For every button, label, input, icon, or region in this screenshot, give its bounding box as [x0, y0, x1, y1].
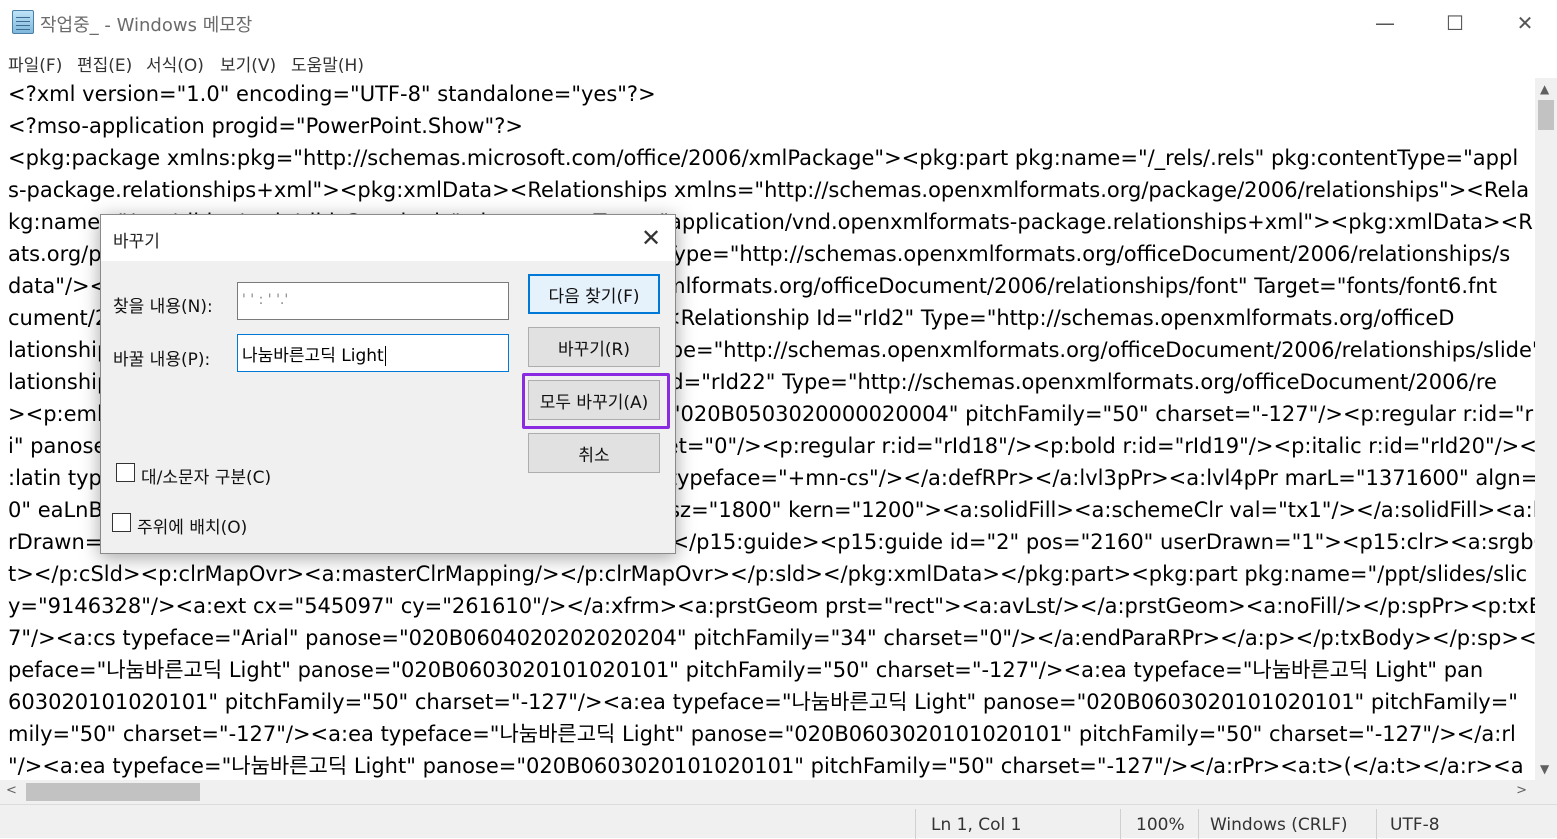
- scrollbar-corner: [1535, 780, 1557, 804]
- scroll-left-arrow-icon[interactable]: <: [6, 783, 17, 798]
- match-case-checkbox[interactable]: [116, 463, 135, 482]
- menu-file[interactable]: 파일(F): [8, 51, 62, 76]
- status-divider: [1120, 809, 1121, 839]
- horizontal-scrollbar[interactable]: < >: [0, 780, 1535, 804]
- editor-line: peface="나눔바른고딕 Light" panose="020B060302…: [8, 658, 1484, 682]
- menu-bar: 파일(F) 편집(E) 서식(O) 보기(V) 도움말(H): [0, 46, 1557, 78]
- editor-line: mily="50" charset="-127"/><a:ea typeface…: [8, 722, 1516, 746]
- status-bar: Ln 1, Col 1 100% Windows (CRLF) UTF-8: [0, 804, 1557, 839]
- dialog-close-icon[interactable]: ✕: [633, 221, 669, 255]
- menu-help[interactable]: 도움말(H): [291, 51, 364, 76]
- editor-line: 7"/><a:cs typeface="Arial" panose="020B0…: [8, 626, 1535, 650]
- vertical-scroll-thumb[interactable]: [1538, 100, 1554, 130]
- match-case-label: 대/소문자 구분(C): [141, 468, 272, 488]
- editor-line: <?mso-application progid="PowerPoint.Sho…: [8, 114, 523, 138]
- title-bar: 작업중_ - Windows 메모장 — ☐ ✕: [0, 0, 1557, 46]
- line-ending: Windows (CRLF): [1210, 815, 1348, 835]
- replace-dialog: 바꾸기 ✕ 찾을 내용(N): ' ' : ' '.' 바꿀 내용(P): 나눔…: [100, 214, 676, 554]
- status-divider: [1376, 809, 1377, 839]
- wrap-around-label: 주위에 배치(O): [137, 518, 248, 538]
- horizontal-scroll-thumb[interactable]: [26, 783, 200, 801]
- encoding: UTF-8: [1390, 815, 1440, 835]
- editor-line: s-package.relationships+xml"><pkg:xmlDat…: [8, 178, 1530, 202]
- replace-input-value: 나눔바른고딕 Light: [242, 346, 384, 366]
- editor-line: y="9146328"/><a:ext cx="545097" cy="2616…: [8, 594, 1535, 618]
- dialog-title: 바꾸기: [113, 232, 160, 252]
- scroll-right-arrow-icon[interactable]: >: [1516, 783, 1527, 798]
- menu-format[interactable]: 서식(O): [146, 51, 204, 76]
- zoom-level: 100%: [1136, 815, 1185, 835]
- maximize-button[interactable]: ☐: [1420, 0, 1490, 46]
- window-title: 작업중_ - Windows 메모장: [40, 15, 253, 36]
- menu-edit[interactable]: 편집(E): [77, 51, 132, 76]
- vertical-scrollbar[interactable]: ▲ ▼: [1535, 78, 1557, 780]
- replace-button[interactable]: 바꾸기(R): [528, 327, 660, 367]
- replace-all-button[interactable]: 모두 바꾸기(A): [528, 380, 660, 420]
- status-divider: [915, 809, 916, 839]
- editor-line: t></p:cSld><p:clrMapOvr><a:masterClrMapp…: [8, 562, 1528, 586]
- find-next-button[interactable]: 다음 찾기(F): [528, 274, 660, 314]
- editor-line: <pkg:package xmlns:pkg="http://schemas.m…: [8, 146, 1519, 170]
- scroll-down-arrow-icon[interactable]: ▼: [1540, 762, 1549, 776]
- editor-line: <?xml version="1.0" encoding="UTF-8" sta…: [8, 82, 656, 106]
- status-divider: [1198, 809, 1199, 839]
- menu-view[interactable]: 보기(V): [220, 51, 276, 76]
- cancel-button[interactable]: 취소: [528, 433, 660, 473]
- scroll-up-arrow-icon[interactable]: ▲: [1540, 82, 1549, 96]
- wrap-around-checkbox[interactable]: [112, 513, 131, 532]
- editor-line: 603020101020101" pitchFamily="50" charse…: [8, 690, 1518, 714]
- find-label: 찾을 내용(N):: [113, 297, 213, 317]
- dialog-title-bar: 바꾸기 ✕: [101, 215, 675, 261]
- text-caret: [384, 346, 386, 366]
- replace-label: 바꿀 내용(P):: [113, 350, 211, 370]
- notepad-icon: [12, 10, 34, 34]
- minimize-button[interactable]: —: [1350, 0, 1420, 46]
- find-input[interactable]: ' ' : ' '.': [237, 282, 509, 320]
- replace-input[interactable]: 나눔바른고딕 Light: [237, 334, 509, 372]
- close-button[interactable]: ✕: [1490, 0, 1557, 46]
- cursor-position: Ln 1, Col 1: [931, 815, 1022, 835]
- editor-line: "/><a:ea typeface="나눔바른고딕 Light" panose=…: [8, 754, 1524, 778]
- find-input-value: ' ' : ' '.': [242, 292, 289, 308]
